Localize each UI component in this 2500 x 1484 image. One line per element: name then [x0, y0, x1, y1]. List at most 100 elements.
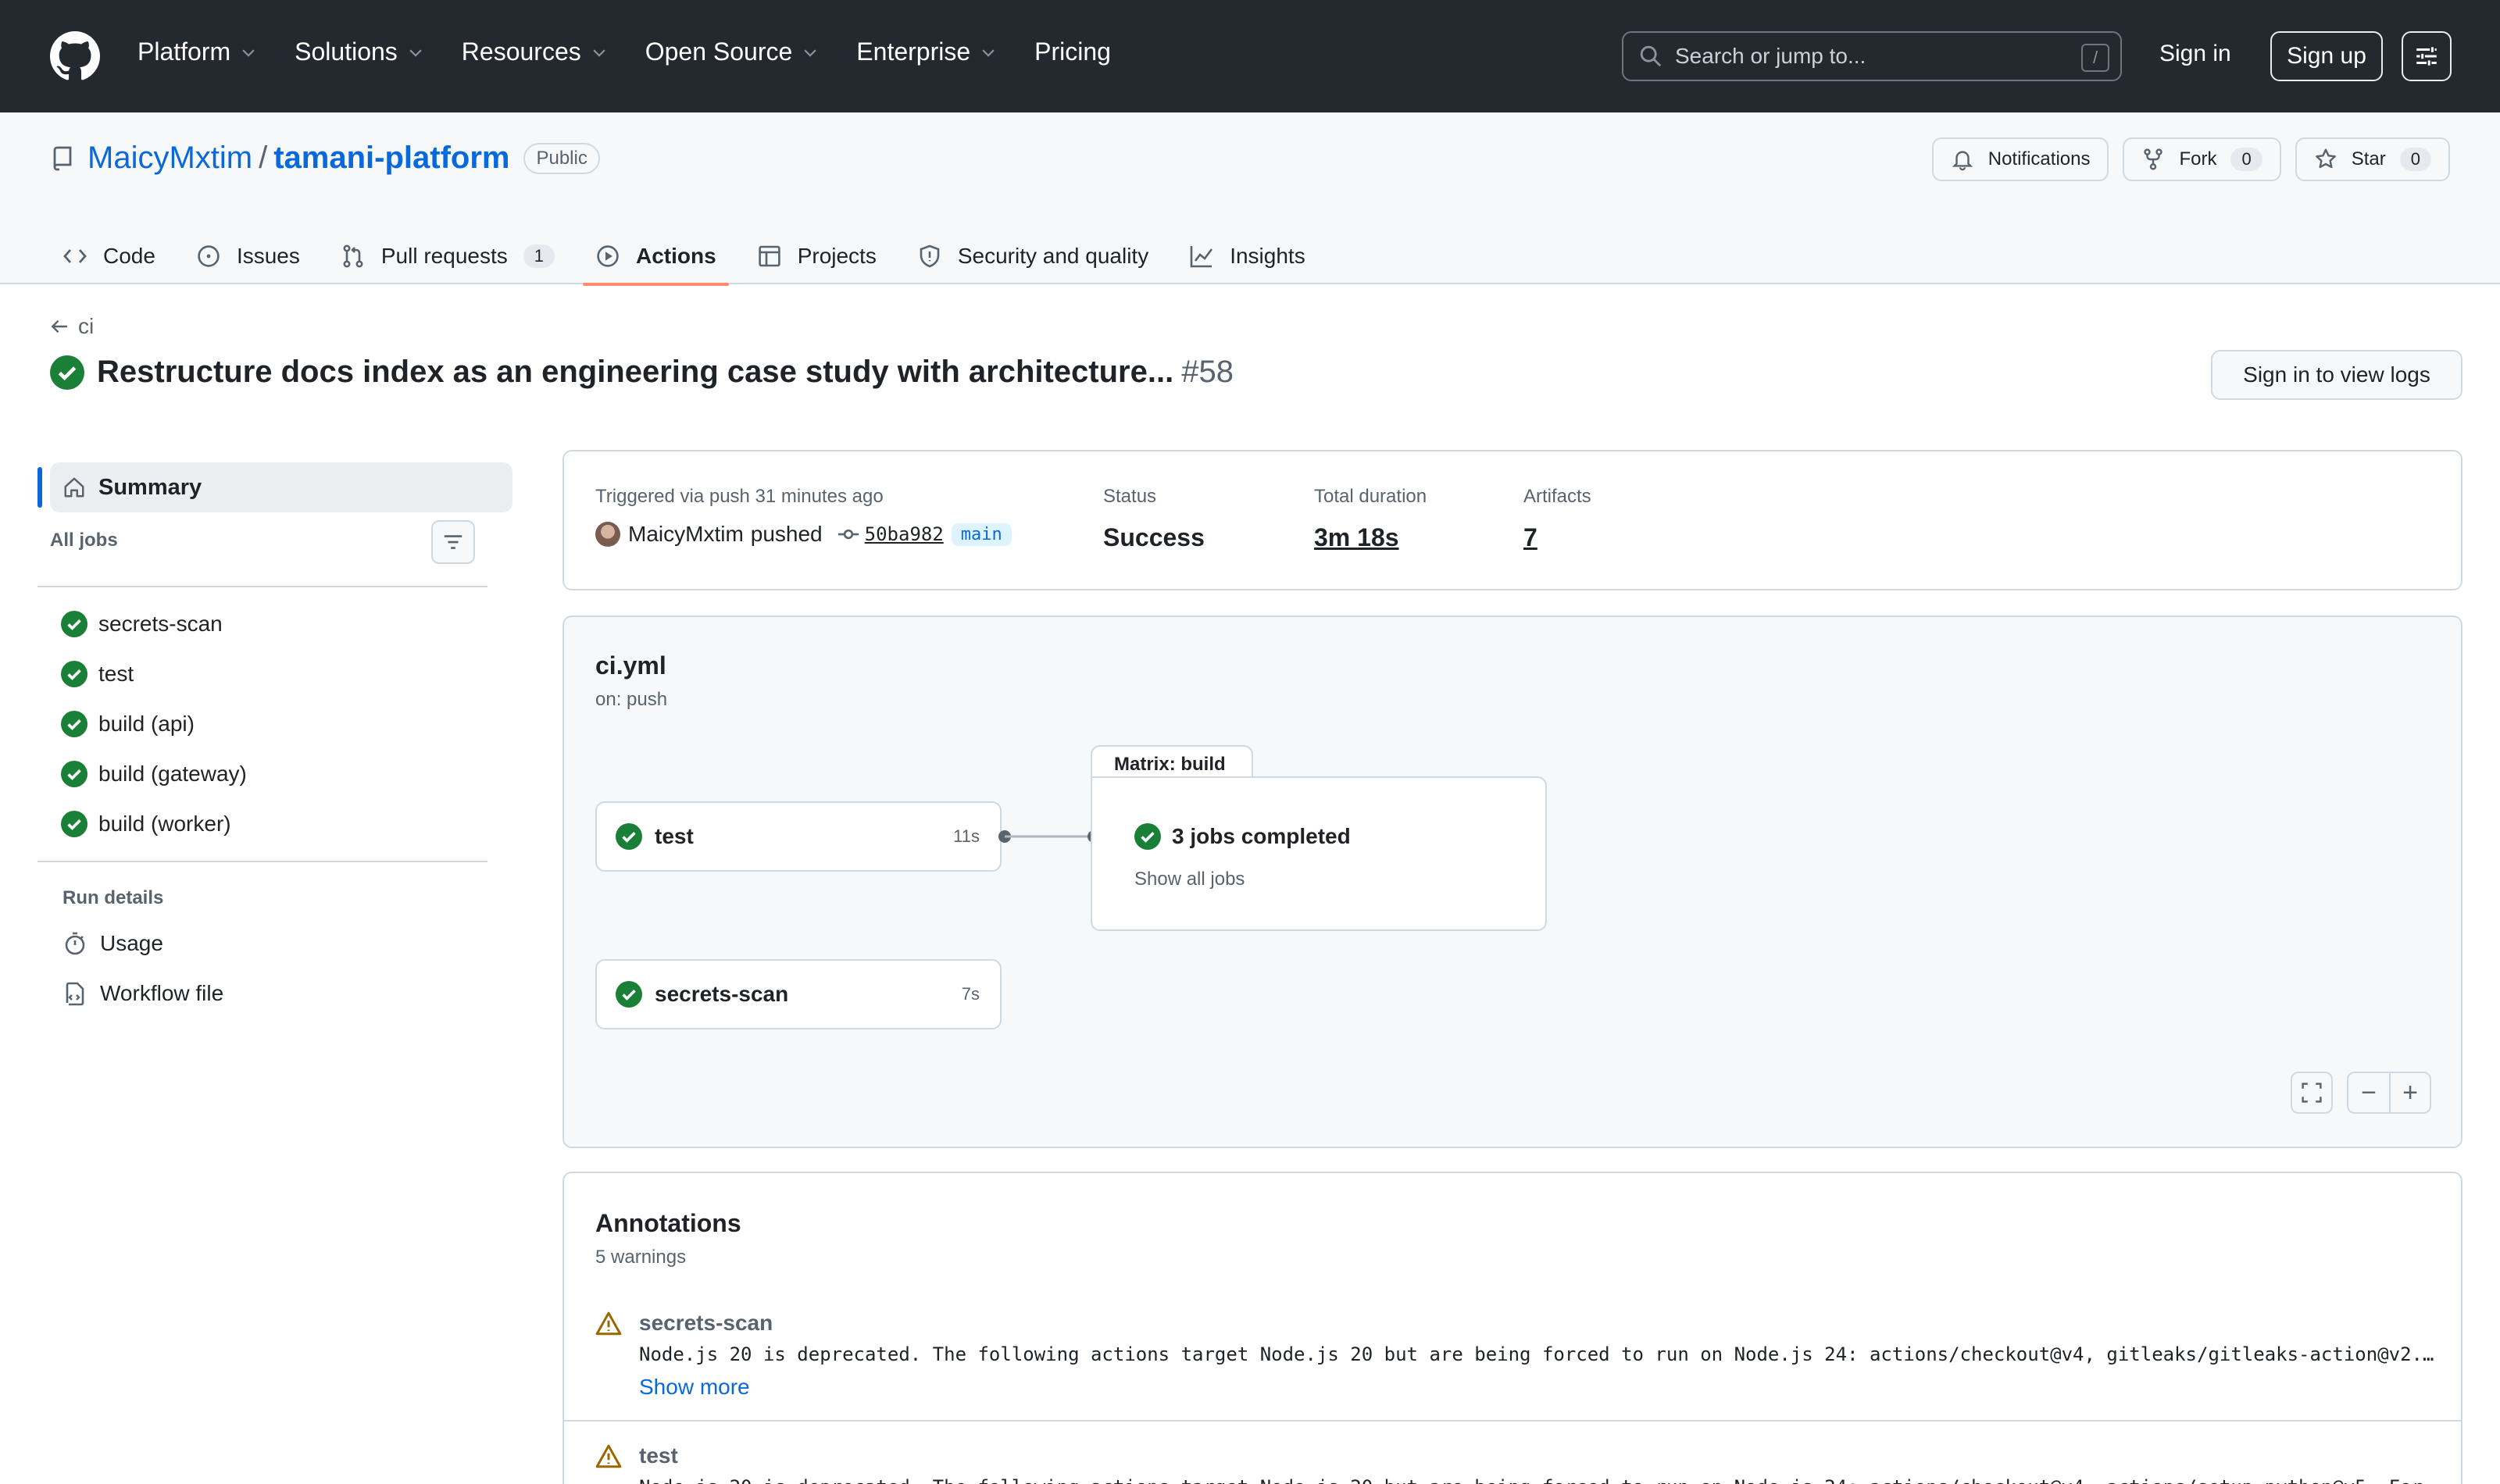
- sliders-menu-button[interactable]: [2402, 31, 2452, 81]
- status-value: Success: [1103, 523, 1205, 551]
- branch-badge[interactable]: main: [951, 523, 1012, 546]
- git-pull-request-icon: [343, 244, 363, 268]
- tab-label: Security and quality: [957, 244, 1149, 268]
- avatar[interactable]: [595, 522, 620, 547]
- sidebar-job[interactable]: test: [61, 661, 134, 687]
- search-placeholder: Search or jump to...: [1675, 44, 1866, 68]
- fork-button[interactable]: Fork 0: [2123, 137, 2281, 181]
- job-label: build (worker): [98, 812, 231, 836]
- chevron-down-icon: [804, 48, 816, 57]
- check-circle-fill-icon: [616, 823, 642, 850]
- tab-issues[interactable]: Issues: [184, 228, 312, 284]
- nav-label: Open Source: [645, 37, 793, 66]
- annotations-count: 5 warnings: [595, 1247, 687, 1268]
- bell-icon: [1952, 151, 1973, 171]
- notifications-button[interactable]: Notifications: [1931, 137, 2109, 181]
- repo-owner-link[interactable]: MaicyMxtim: [88, 141, 252, 176]
- summary-label: Summary: [98, 474, 202, 500]
- nav-label: Pricing: [1034, 37, 1111, 66]
- workflow-trigger: on: push: [595, 689, 668, 710]
- tab-pull-requests[interactable]: Pull requests 1: [328, 228, 567, 284]
- sidebar-item-summary[interactable]: Summary: [50, 462, 512, 512]
- tab-code[interactable]: Code: [50, 228, 168, 284]
- annotation-message: Node.js 20 is deprecated. The following …: [639, 1476, 2436, 1484]
- trigger-text: Triggered via push 31 minutes ago: [595, 486, 884, 507]
- nav-open-source[interactable]: Open Source: [645, 37, 820, 66]
- check-circle-fill-icon: [616, 981, 642, 1008]
- actor-link[interactable]: MaicyMxtim: [628, 522, 744, 547]
- star-count: 0: [2399, 148, 2431, 171]
- nav-label: Solutions: [295, 37, 398, 66]
- sidebar-item-usage[interactable]: Usage: [62, 931, 163, 956]
- run-title: Restructure docs index as an engineering…: [50, 355, 1234, 390]
- matrix-build-group[interactable]: 3 jobs completed Show all jobs: [1091, 776, 1547, 931]
- notifications-label: Notifications: [1988, 148, 2091, 169]
- sign-in-link[interactable]: Sign in: [2159, 41, 2231, 67]
- tab-security[interactable]: Security and quality: [905, 228, 1161, 284]
- dependency-connector: [998, 830, 1100, 843]
- chevron-down-icon: [982, 48, 995, 57]
- sliders-icon: [2416, 47, 2437, 66]
- sidebar-job[interactable]: secrets-scan: [61, 611, 223, 637]
- screen-full-icon: [2302, 1083, 2322, 1103]
- graph-job-test[interactable]: test 11s: [595, 801, 1002, 872]
- graph-job-secrets-scan[interactable]: secrets-scan 7s: [595, 959, 1002, 1029]
- annotation-job-link[interactable]: secrets-scan: [639, 1311, 773, 1336]
- repository-header: MaicyMxtim / tamani-platform Public Noti…: [0, 112, 2500, 286]
- table-icon: [758, 245, 780, 267]
- zoom-out-button[interactable]: −: [2347, 1072, 2389, 1114]
- repo-tabs: Code Issues Pull requests 1 Actions Proj…: [50, 228, 1334, 286]
- nav-resources[interactable]: Resources: [462, 37, 608, 66]
- star-button[interactable]: Star 0: [2295, 137, 2450, 181]
- check-circle-fill-icon: [1134, 823, 1161, 850]
- annotation-job-link[interactable]: test: [639, 1443, 678, 1468]
- duration-label: Total duration: [1314, 486, 1427, 507]
- fork-label: Fork: [2179, 148, 2217, 169]
- filter-icon: [444, 535, 462, 549]
- sign-in-to-view-logs-button[interactable]: Sign in to view logs: [2211, 350, 2462, 400]
- search-input[interactable]: Search or jump to... /: [1622, 31, 2122, 81]
- job-label: test: [98, 662, 134, 686]
- show-all-jobs-link[interactable]: Show all jobs: [1134, 869, 1245, 890]
- workflow-graph-panel: ci.yml on: push test 11s Matrix: build 3…: [562, 615, 2462, 1148]
- sign-up-button[interactable]: Sign up: [2270, 31, 2383, 81]
- zoom-in-button[interactable]: +: [2389, 1072, 2431, 1114]
- duration-value[interactable]: 3m 18s: [1314, 523, 1399, 552]
- repo-icon: [53, 146, 72, 170]
- sidebar-item-workflow-file[interactable]: Workflow file: [62, 981, 223, 1006]
- search-shortcut-key: /: [2081, 44, 2109, 72]
- nav-pricing[interactable]: Pricing: [1034, 37, 1111, 66]
- tab-insights[interactable]: Insights: [1177, 228, 1318, 284]
- repo-name-link[interactable]: tamani-platform: [273, 141, 509, 176]
- back-to-workflow-link[interactable]: ci: [50, 314, 94, 339]
- nav-platform[interactable]: Platform: [138, 37, 257, 66]
- usage-label: Usage: [100, 931, 163, 955]
- star-icon: [2315, 148, 2336, 169]
- commit-link[interactable]: 50ba982: [837, 523, 944, 546]
- tab-actions[interactable]: Actions: [583, 228, 729, 286]
- check-circle-fill-icon: [50, 355, 84, 390]
- sidebar-job[interactable]: build (api): [61, 711, 195, 737]
- sidebar-job[interactable]: build (worker): [61, 811, 231, 837]
- alert-icon: [595, 1311, 622, 1336]
- push-action: pushed: [750, 522, 823, 546]
- nav-enterprise[interactable]: Enterprise: [856, 37, 997, 66]
- tab-projects[interactable]: Projects: [745, 228, 889, 284]
- zoom-controls: − +: [2347, 1072, 2431, 1114]
- filter-jobs-button[interactable]: [431, 520, 475, 564]
- artifacts-count[interactable]: 7: [1523, 523, 1538, 552]
- active-indicator: [38, 467, 42, 508]
- github-logo-icon[interactable]: [50, 31, 100, 81]
- fullscreen-button[interactable]: [2291, 1072, 2333, 1114]
- fullscreen-group: [2291, 1072, 2333, 1114]
- sidebar-job[interactable]: build (gateway): [61, 761, 247, 787]
- divider: [38, 861, 488, 862]
- repo-actions: Notifications Fork 0 Star 0: [1931, 137, 2450, 181]
- push-info: MaicyMxtim pushed 50ba982 main: [595, 522, 1012, 547]
- pull-requests-count: 1: [523, 244, 555, 268]
- check-circle-fill-icon: [61, 711, 88, 737]
- show-more-link[interactable]: Show more: [639, 1375, 750, 1400]
- nav-solutions[interactable]: Solutions: [295, 37, 424, 66]
- divider: [38, 586, 488, 587]
- nav-label: Enterprise: [856, 37, 971, 66]
